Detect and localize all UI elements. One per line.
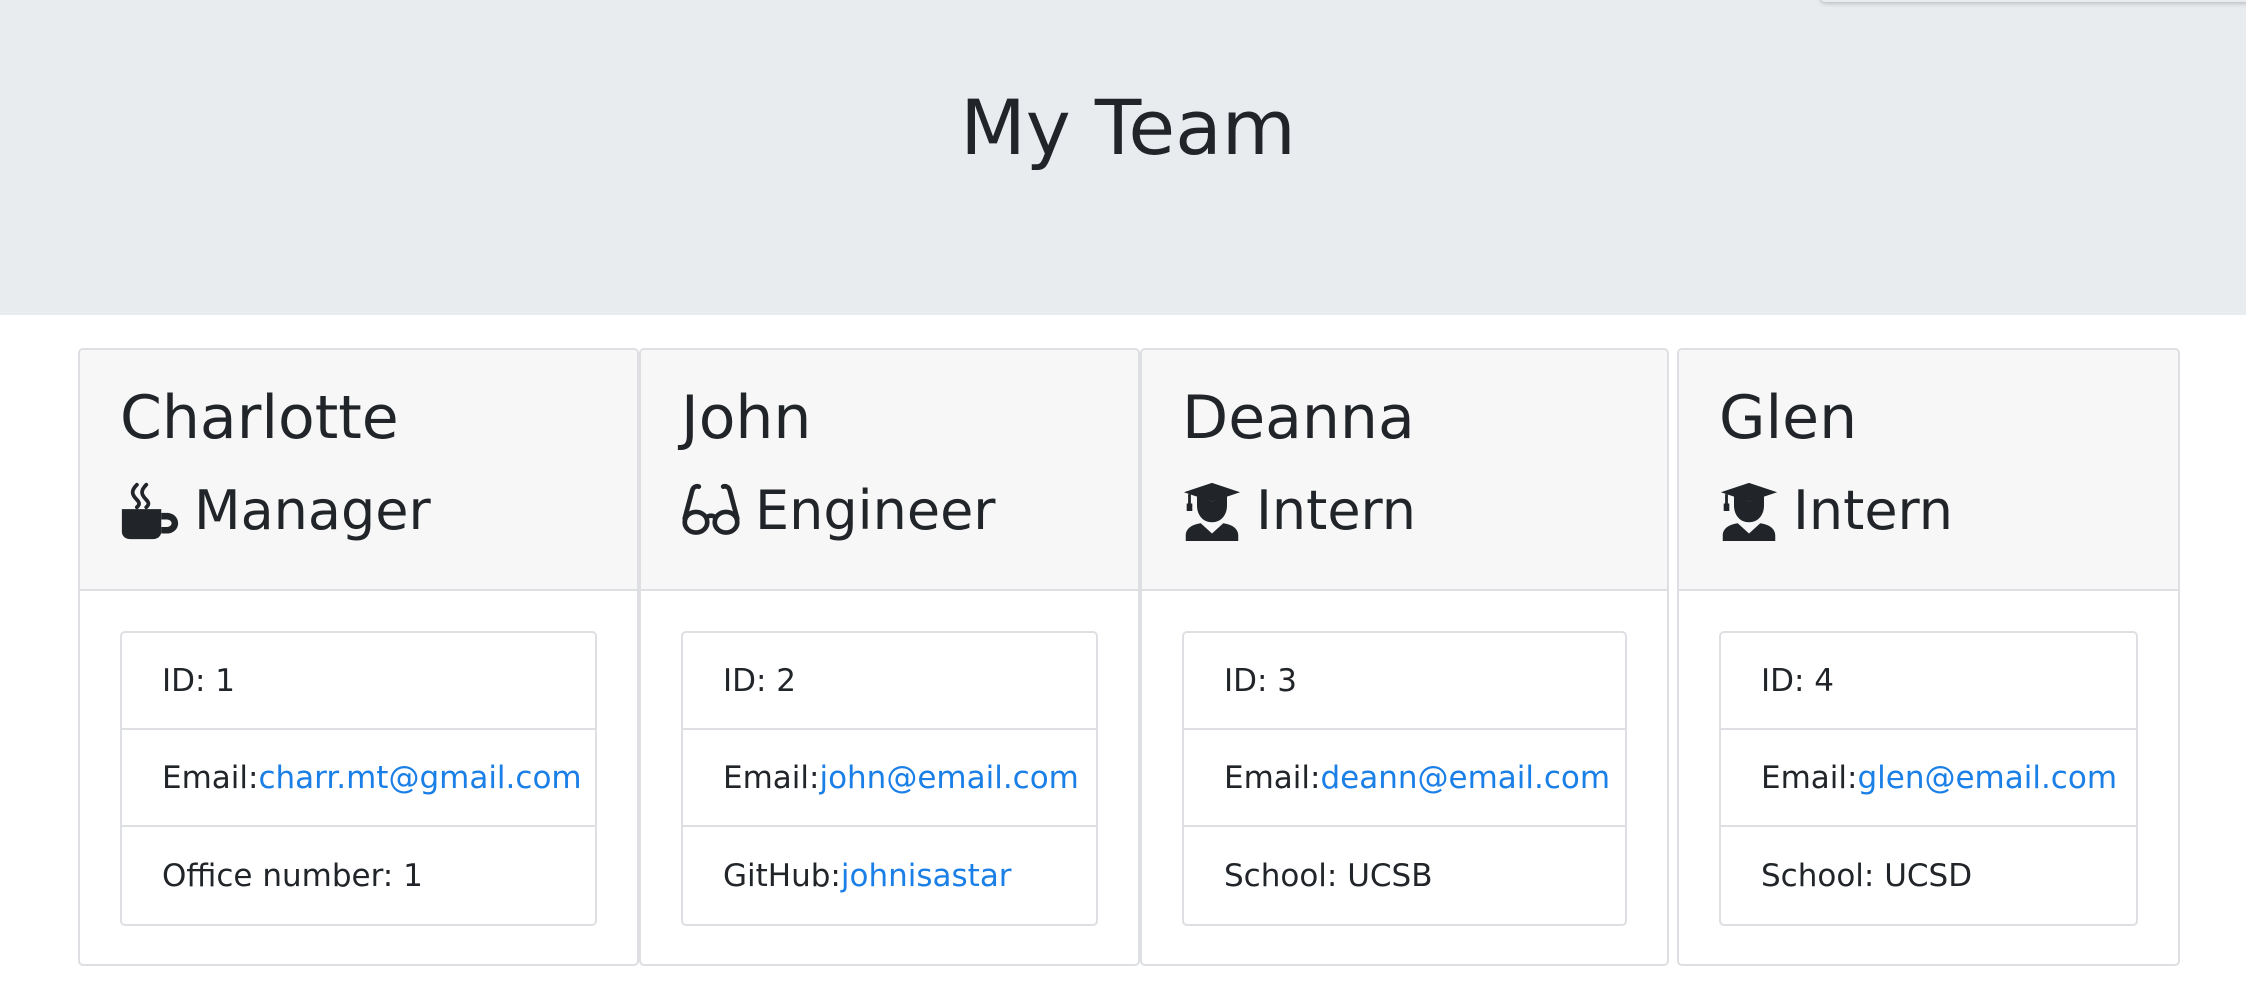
email-item: Email: charr.mt@gmail.com [122, 730, 595, 827]
card-header: John Engineer [641, 350, 1138, 591]
employee-name: John [681, 383, 812, 453]
email-link[interactable]: john@email.com [819, 760, 1078, 796]
graduate-icon [1182, 481, 1242, 541]
jumbotron-header: My Team [0, 0, 2246, 315]
email-label: Email: [723, 759, 820, 796]
employee-details-list: ID: 2 Email: john@email.com GitHub: john… [681, 631, 1098, 926]
id-item: ID: 3 [1184, 633, 1625, 730]
employee-name: Charlotte [120, 383, 399, 453]
overlay-edge [1820, 0, 2246, 2]
email-item: Email: john@email.com [683, 730, 1096, 827]
school-item: School: UCSB [1224, 857, 1433, 894]
page-title: My Team [960, 83, 1296, 172]
employee-role: Intern [1182, 478, 1416, 544]
role-label: Intern [1256, 479, 1417, 542]
email-item: Email: deann@email.com [1184, 730, 1625, 827]
employee-role: Manager [120, 478, 431, 544]
employee-name: Deanna [1182, 383, 1415, 453]
email-link[interactable]: charr.mt@gmail.com [258, 760, 581, 796]
email-label: Email: [1224, 759, 1321, 796]
school-item: School: UCSD [1761, 857, 1973, 894]
employee-card-intern: Glen Intern ID: 4 Email: glen@email.com … [1677, 348, 2180, 966]
employee-card-intern: Deanna Intern ID: 3 Email: deann@email.c… [1140, 348, 1669, 966]
id-item: ID: 1 [122, 633, 595, 730]
email-label: Email: [162, 759, 259, 796]
employee-card-manager: Charlotte Manager ID: 1 Email: charr.mt@… [78, 348, 639, 966]
github-link[interactable]: johnisastar [841, 858, 1012, 894]
card-header: Charlotte Manager [80, 350, 637, 591]
email-label: Email: [1761, 759, 1858, 796]
github-item: GitHub: johnisastar [683, 827, 1096, 924]
github-label: GitHub: [723, 857, 841, 894]
card-header: Deanna Intern [1142, 350, 1667, 591]
id-item: ID: 2 [683, 633, 1096, 730]
email-link[interactable]: glen@email.com [1857, 760, 2117, 796]
role-label: Engineer [755, 479, 996, 542]
employee-name: Glen [1719, 383, 1858, 453]
employee-role: Engineer [681, 478, 996, 544]
employee-details-list: ID: 1 Email: charr.mt@gmail.com Office n… [120, 631, 597, 926]
card-header: Glen Intern [1679, 350, 2178, 591]
employee-card-engineer: John Engineer ID: 2 Email: john@email.co… [639, 348, 1140, 966]
email-link[interactable]: deann@email.com [1320, 760, 1610, 796]
coffee-icon [120, 481, 180, 541]
id-item: ID: 4 [1721, 633, 2136, 730]
graduate-icon [1719, 481, 1779, 541]
glasses-icon [681, 481, 741, 541]
employee-role: Intern [1719, 478, 1953, 544]
email-item: Email: glen@email.com [1721, 730, 2136, 827]
employee-details-list: ID: 3 Email: deann@email.com School: UCS… [1182, 631, 1627, 926]
employee-details-list: ID: 4 Email: glen@email.com School: UCSD [1719, 631, 2138, 926]
role-label: Intern [1793, 479, 1954, 542]
office-number-item: Office number: 1 [162, 857, 423, 894]
role-label: Manager [194, 479, 431, 542]
